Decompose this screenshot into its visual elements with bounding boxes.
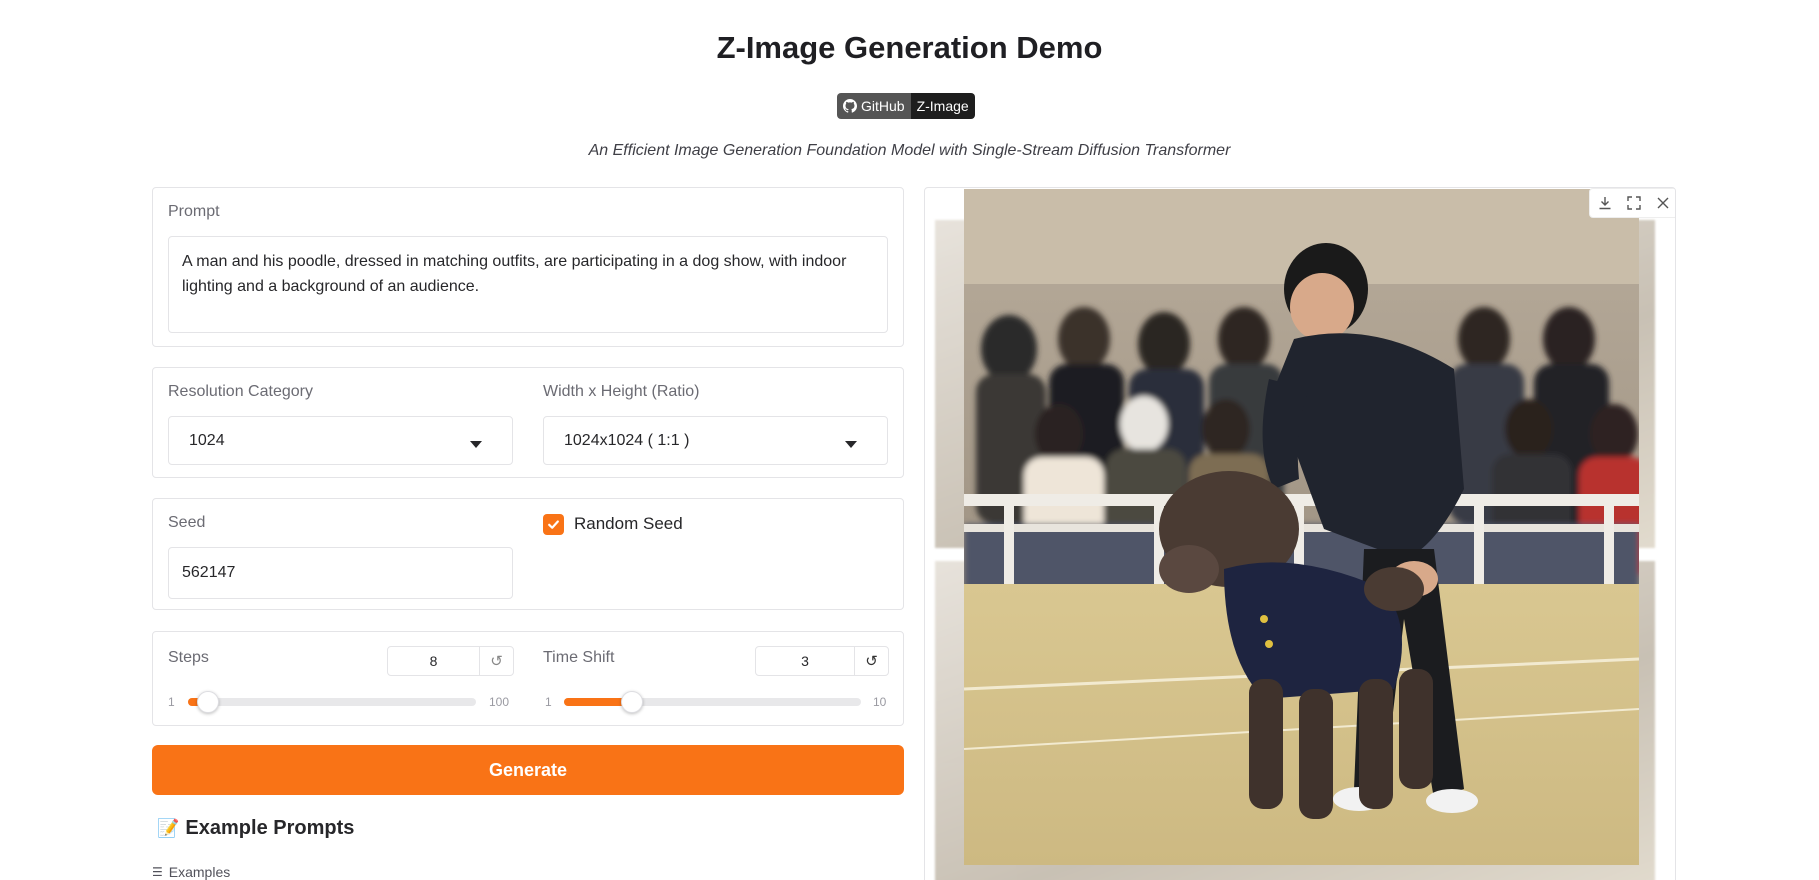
steps-slider-thumb[interactable] (197, 691, 219, 713)
chevron-down-icon (470, 441, 482, 448)
seed-label: Seed (168, 514, 206, 531)
steps-max: 100 (489, 695, 510, 709)
badge-github-text: GitHub (861, 98, 905, 114)
chevron-down-icon (845, 441, 857, 448)
seed-panel: Seed 562147 (152, 498, 904, 610)
github-badge[interactable]: GitHub Z-Image (837, 93, 975, 119)
example-prompts-heading: 📝 Example Prompts (157, 817, 354, 840)
steps-min: 1 (168, 695, 175, 709)
page-title: Z-Image Generation Demo (716, 30, 1103, 65)
resolution-category-value: 1024 (189, 431, 225, 449)
close-icon[interactable] (1648, 189, 1675, 217)
download-icon[interactable] (1590, 189, 1619, 217)
steps-input[interactable]: 8 (388, 647, 480, 675)
random-seed-checkbox[interactable] (543, 514, 564, 535)
size-dropdown[interactable]: 1024x1024 ( 1:1 ) (543, 416, 888, 465)
check-icon (548, 520, 559, 529)
resolution-panel: Resolution Category 1024 Width x Height … (152, 367, 904, 478)
size-label: Width x Height (Ratio) (543, 383, 700, 400)
random-seed-label: Random Seed (574, 514, 683, 533)
time-shift-number-box: 3 ↺ (755, 646, 889, 676)
examples-label: ☰ Examples (152, 864, 230, 880)
generate-button[interactable]: Generate (152, 745, 904, 795)
steps-slider[interactable] (188, 691, 476, 713)
image-toolbar (1589, 188, 1675, 218)
steps-number-box: 8 ↺ (387, 646, 514, 676)
steps-label: Steps (168, 649, 209, 666)
sliders-panel: Steps 8 ↺ 1 100 Time Shift 3 ↺ 1 10 (152, 631, 904, 726)
time-shift-slider-thumb[interactable] (621, 691, 643, 713)
prompt-label: Prompt (168, 203, 220, 220)
page-subtitle: An Efficient Image Generation Foundation… (588, 142, 1231, 159)
github-icon (843, 99, 857, 113)
list-icon: ☰ (152, 865, 163, 879)
prompt-textarea[interactable]: A man and his poodle, dressed in matchin… (168, 236, 888, 333)
resolution-category-dropdown[interactable]: 1024 (168, 416, 513, 465)
seed-input[interactable]: 562147 (168, 547, 513, 599)
resolution-category-label: Resolution Category (168, 383, 313, 400)
fullscreen-icon[interactable] (1619, 189, 1648, 217)
time-shift-slider[interactable] (564, 691, 861, 713)
size-value: 1024x1024 ( 1:1 ) (564, 431, 690, 449)
reset-icon[interactable]: ↺ (855, 647, 888, 675)
badge-project-text: Z-Image (910, 93, 975, 119)
time-shift-min: 1 (545, 695, 552, 709)
time-shift-max: 10 (873, 695, 887, 709)
generated-image[interactable] (964, 189, 1639, 865)
reset-icon[interactable]: ↺ (480, 647, 513, 675)
example-prompts-title: Example Prompts (185, 817, 355, 839)
prompt-panel: Prompt A man and his poodle, dressed in … (152, 187, 904, 347)
output-gallery (924, 187, 1676, 880)
examples-text: Examples (168, 864, 231, 880)
github-badge-left: GitHub (837, 93, 911, 119)
time-shift-input[interactable]: 3 (756, 647, 855, 675)
memo-icon: 📝 (157, 818, 180, 838)
time-shift-label: Time Shift (543, 649, 615, 666)
